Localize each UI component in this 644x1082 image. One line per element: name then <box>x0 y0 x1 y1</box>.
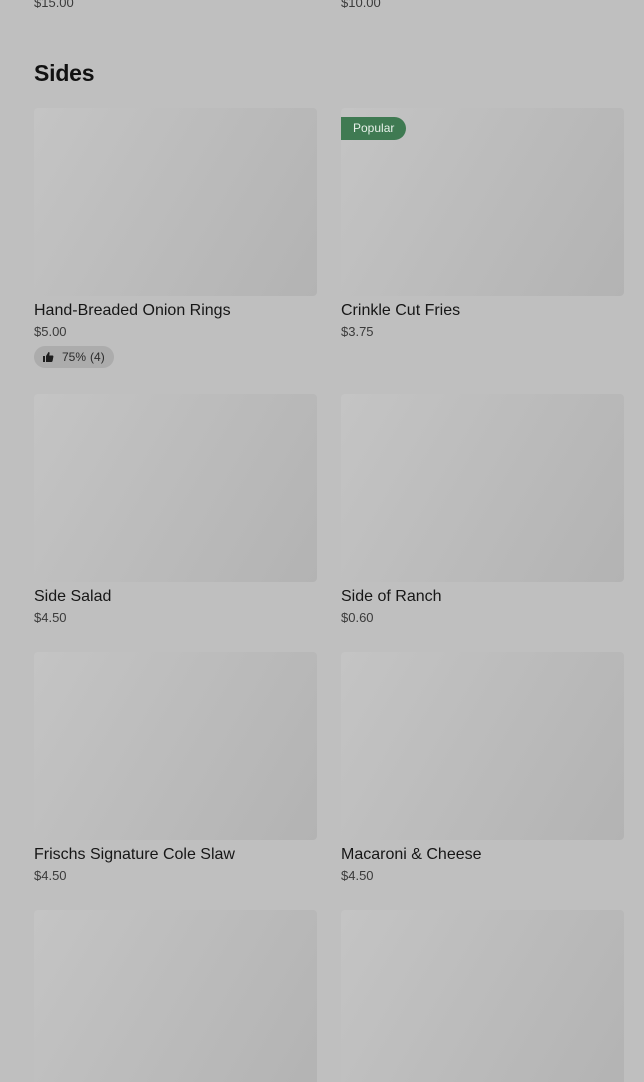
item-image[interactable] <box>34 910 317 1082</box>
rating-percent: 75% <box>62 350 87 364</box>
item-price: $5.00 <box>34 324 67 339</box>
item-name: Side Salad <box>34 588 112 605</box>
menu-item-card[interactable]: Frischs Signature Cole Slaw $4.50 <box>34 652 317 884</box>
menu-page: $15.00 $10.00 Sides Hand-Breaded Onion R… <box>0 0 644 1082</box>
item-image[interactable] <box>341 910 624 1082</box>
thumbs-up-icon <box>43 352 54 362</box>
item-name: Frischs Signature Cole Slaw <box>34 846 235 863</box>
menu-item-card[interactable]: Side of Ranch $0.60 <box>341 394 624 626</box>
item-image[interactable] <box>34 652 317 840</box>
previous-item-price: $15.00 <box>34 0 74 10</box>
item-image[interactable] <box>341 394 624 582</box>
item-name: Side of Ranch <box>341 588 442 605</box>
menu-item-card[interactable]: Side Salad $4.50 <box>34 394 317 626</box>
item-price: $3.75 <box>341 324 374 339</box>
item-image[interactable] <box>34 108 317 296</box>
popular-badge: Popular <box>341 117 407 140</box>
item-image[interactable] <box>341 652 624 840</box>
previous-item-price: $10.00 <box>341 0 381 10</box>
item-image[interactable] <box>34 394 317 582</box>
rating-badge: 75% (4) <box>34 346 114 368</box>
item-name: Macaroni & Cheese <box>341 846 482 863</box>
menu-item-card[interactable]: Hand-Breaded Onion Rings $5.00 75% (4) <box>34 108 317 368</box>
menu-item-card[interactable]: Popular Crinkle Cut Fries $3.75 <box>341 108 624 340</box>
menu-item-card[interactable]: Macaroni & Cheese $4.50 <box>341 652 624 884</box>
item-price: $0.60 <box>341 610 374 625</box>
item-price: $4.50 <box>341 868 374 883</box>
item-name: Crinkle Cut Fries <box>341 302 461 319</box>
item-price: $4.50 <box>34 868 67 883</box>
menu-item-card[interactable] <box>341 910 624 1082</box>
menu-item-card[interactable] <box>34 910 317 1082</box>
item-name: Hand-Breaded Onion Rings <box>34 302 231 319</box>
section-title: Sides <box>34 60 95 86</box>
rating-count: (4) <box>90 350 105 364</box>
item-image[interactable]: Popular <box>341 108 624 296</box>
item-price: $4.50 <box>34 610 67 625</box>
previous-section-prices: $15.00 $10.00 <box>34 0 644 11</box>
